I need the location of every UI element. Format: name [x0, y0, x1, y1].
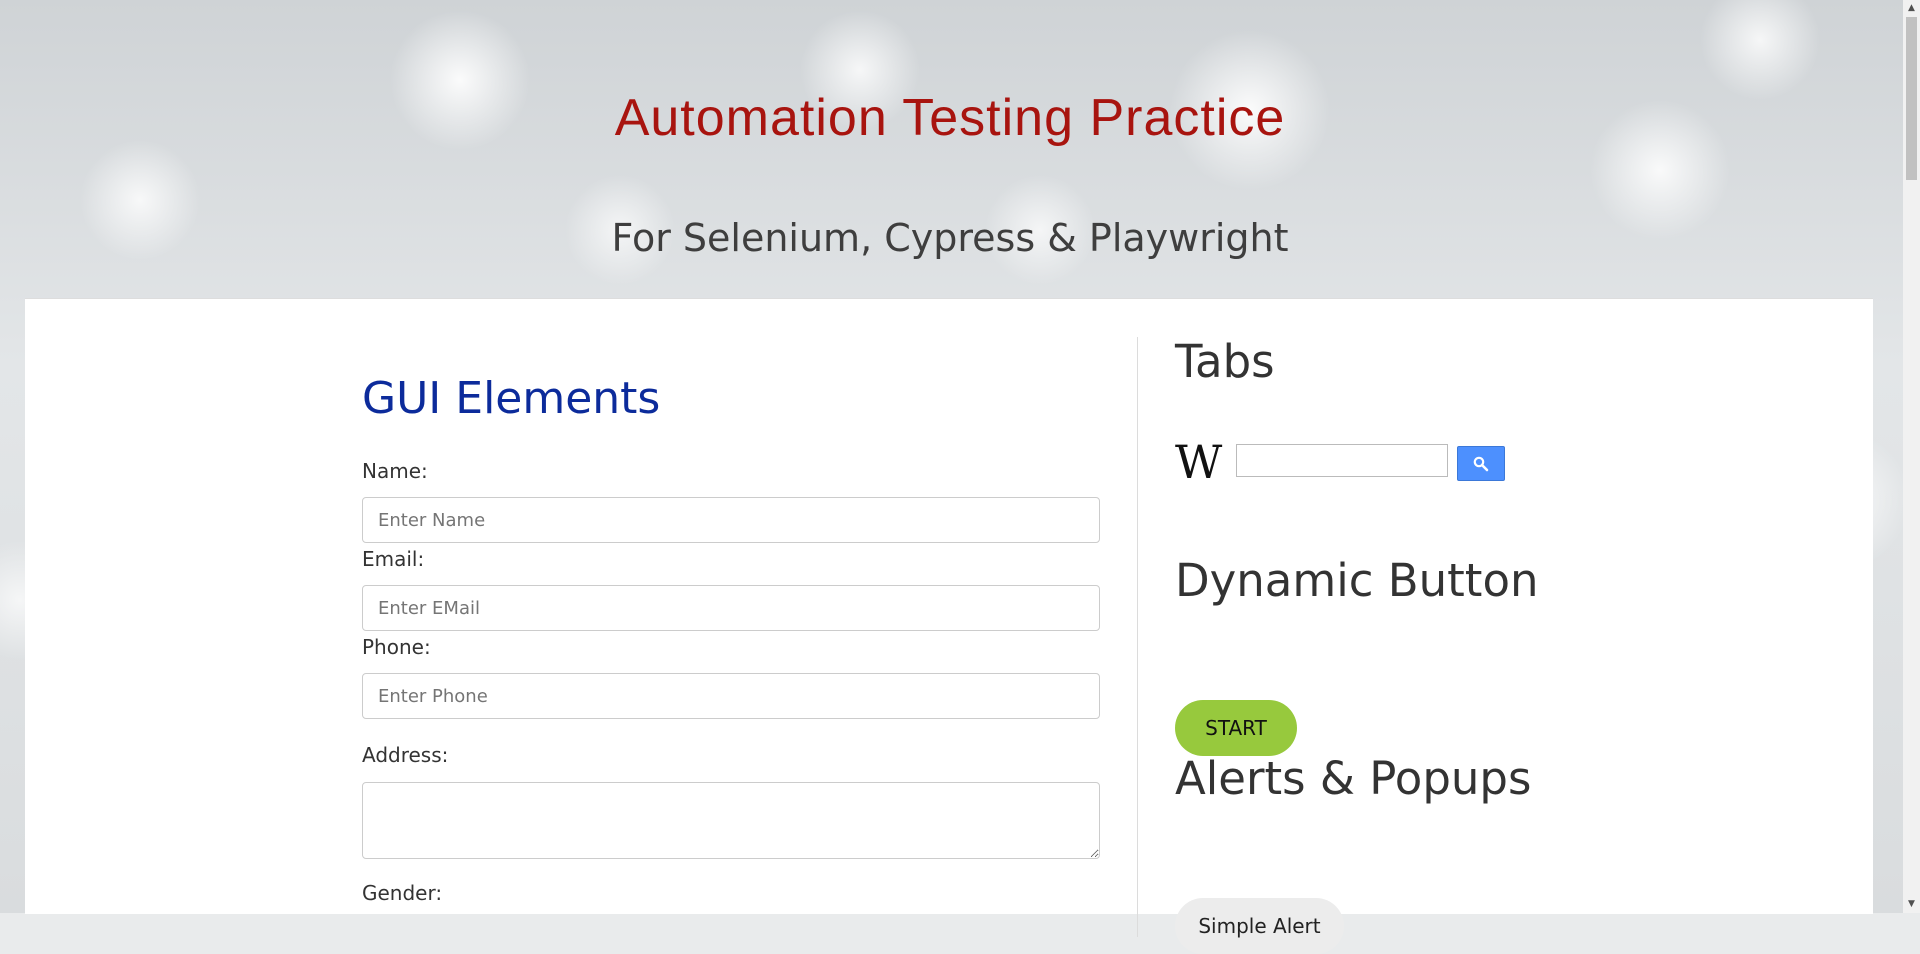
- column-divider: [1137, 337, 1138, 937]
- simple-alert-button[interactable]: Simple Alert: [1175, 898, 1344, 954]
- scroll-down-icon[interactable]: ▼: [1903, 896, 1920, 913]
- alerts-popups-heading: Alerts & Popups: [1175, 752, 1532, 805]
- site-title: Automation Testing Practice: [614, 89, 1286, 147]
- dynamic-button-heading: Dynamic Button: [1175, 554, 1539, 607]
- email-input[interactable]: [362, 585, 1100, 631]
- page-header: Automation Testing Practice For Selenium…: [0, 0, 1900, 298]
- name-label: Name:: [362, 459, 428, 483]
- name-input[interactable]: [362, 497, 1100, 543]
- start-button[interactable]: START: [1175, 700, 1297, 756]
- wikipedia-logo-icon: W: [1175, 435, 1222, 489]
- site-subtitle: For Selenium, Cypress & Playwright: [611, 216, 1289, 260]
- tabs-heading: Tabs: [1175, 335, 1275, 388]
- scrollbar-thumb[interactable]: [1906, 17, 1917, 180]
- gender-label: Gender:: [362, 881, 443, 905]
- phone-label: Phone:: [362, 635, 431, 659]
- wikipedia-search-input[interactable]: [1236, 444, 1448, 477]
- wikipedia-search-button[interactable]: [1457, 446, 1505, 481]
- address-label: Address:: [362, 743, 449, 767]
- vertical-scrollbar[interactable]: ▲ ▼: [1903, 0, 1920, 913]
- main-content: GUI Elements Name: Email: Phone: Address…: [25, 298, 1873, 954]
- email-label: Email:: [362, 547, 425, 571]
- scroll-up-icon[interactable]: ▲: [1903, 0, 1920, 17]
- gui-elements-heading: GUI Elements: [362, 373, 661, 424]
- phone-input[interactable]: [362, 673, 1100, 719]
- address-textarea[interactable]: [362, 782, 1100, 859]
- search-icon: [1473, 456, 1489, 471]
